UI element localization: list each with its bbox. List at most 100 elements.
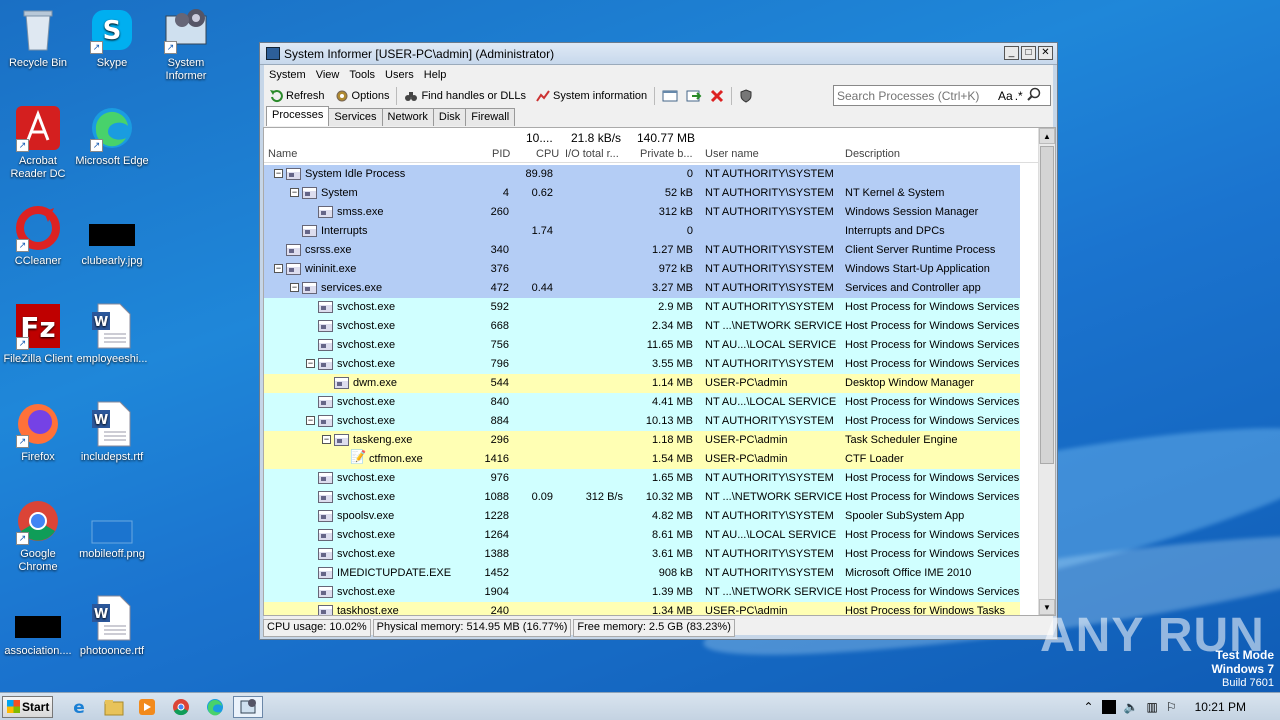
desktop-icon-edge[interactable]: ↗ Microsoft Edge xyxy=(74,104,150,168)
desktop-icon-employeeshi[interactable]: W employeeshi... xyxy=(74,302,150,366)
refresh-button[interactable]: Refresh xyxy=(264,86,330,106)
collapse-toggle[interactable]: − xyxy=(322,435,331,444)
tab-disk[interactable]: Disk xyxy=(432,108,467,126)
edge-icon[interactable] xyxy=(204,697,226,717)
desktop-icon-chrome[interactable]: ↗ Google Chrome xyxy=(0,497,76,574)
table-row[interactable]: svchost.exe 1264 8.61 MB NT AU...\LOCAL SER… xyxy=(264,526,1020,545)
table-row[interactable]: − System 4 0.62 52 kB NT AUTHORITY\SYSTEM NT K… xyxy=(264,184,1020,203)
desktop-icon-association[interactable]: association.... xyxy=(0,594,76,658)
shield-button[interactable] xyxy=(734,86,758,106)
options-button[interactable]: Options xyxy=(330,86,395,106)
terminate-button[interactable] xyxy=(705,86,729,106)
table-row[interactable]: svchost.exe 1904 1.39 MB NT ...\NETWORK SER… xyxy=(264,583,1020,602)
table-row[interactable]: smss.exe 260 312 kB NT AUTHORITY\SYSTEM Wind… xyxy=(264,203,1020,222)
search-input[interactable] xyxy=(834,88,994,103)
table-row[interactable]: svchost.exe 840 4.41 MB NT AU...\LOCAL SERV… xyxy=(264,393,1020,412)
table-row[interactable]: − wininit.exe 376 972 kB NT AUTHORITY\SYSTEM… xyxy=(264,260,1020,279)
clock[interactable]: 10:21 PM xyxy=(1195,700,1246,714)
table-row[interactable]: svchost.exe 976 1.65 MB NT AUTHORITY\SYSTEM… xyxy=(264,469,1020,488)
network-icon[interactable]: ▥ xyxy=(1147,700,1158,714)
chrome-icon[interactable] xyxy=(170,697,192,717)
table-row[interactable]: svchost.exe 668 2.34 MB NT ...\NETWORK SERV… xyxy=(264,317,1020,336)
column-io[interactable]: I/O total r... xyxy=(565,148,619,160)
maximize-button[interactable]: □ xyxy=(1021,46,1036,60)
table-row[interactable]: − taskeng.exe 296 1.18 MB USER-PC\admin Task … xyxy=(264,431,1020,450)
system-information-button[interactable]: System information xyxy=(531,86,652,106)
process-name: svchost.exe xyxy=(337,301,396,313)
desktop-icon-firefox[interactable]: ↗ Firefox xyxy=(0,400,76,464)
desktop-icon-skype[interactable]: S ↗ Skype xyxy=(74,6,150,70)
table-row[interactable]: − services.exe 472 0.44 3.27 MB NT AUTHORITY\… xyxy=(264,279,1020,298)
column-pid[interactable]: PID xyxy=(492,148,510,160)
go-to-button[interactable] xyxy=(681,86,705,106)
desktop-icon-filezilla[interactable]: Fz ↗ FileZilla Client xyxy=(0,302,76,366)
desktop-icon-acrobat[interactable]: ↗ Acrobat Reader DC xyxy=(0,104,76,181)
table-row[interactable]: IMEDICTUPDATE.EXE 1452 908 kB NT AUTHORITY\… xyxy=(264,564,1020,583)
show-hidden-icons[interactable]: ⌃ xyxy=(1084,700,1094,714)
search-box[interactable]: Aa .* xyxy=(833,85,1051,106)
desktop-icon-includepst[interactable]: W includepst.rtf xyxy=(74,400,150,464)
vertical-scrollbar[interactable]: ▲ ▼ xyxy=(1038,128,1055,615)
table-row[interactable]: svchost.exe 592 2.9 MB NT AUTHORITY\SYSTEM H… xyxy=(264,298,1020,317)
menu-help[interactable]: Help xyxy=(419,67,452,85)
table-row[interactable]: − System Idle Process 89.98 0 NT AUTHORITY\S… xyxy=(264,165,1020,184)
table-row[interactable]: Interrupts 1.74 0 Interrupts and DPCs xyxy=(264,222,1020,241)
svg-text:W: W xyxy=(94,413,108,428)
system-informer-taskbar-button[interactable] xyxy=(233,696,263,718)
column-cpu[interactable]: CPU xyxy=(536,148,559,160)
column-private-bytes[interactable]: Private b... xyxy=(640,148,693,160)
explorer-folder-icon[interactable] xyxy=(103,697,125,717)
find-handles-button[interactable]: Find handles or DLLs xyxy=(399,86,531,106)
menu-system[interactable]: System xyxy=(264,67,311,85)
table-row[interactable]: svchost.exe 1388 3.61 MB NT AUTHORITY\SYSTE… xyxy=(264,545,1020,564)
table-row[interactable]: csrss.exe 340 1.27 MB NT AUTHORITY\SYSTEM Cl… xyxy=(264,241,1020,260)
menu-tools[interactable]: Tools xyxy=(344,67,380,85)
table-row[interactable]: svchost.exe 756 11.65 MB NT AU...\LOCAL SER… xyxy=(264,336,1020,355)
volume-icon[interactable]: 🔈 xyxy=(1124,700,1139,714)
search-icon[interactable] xyxy=(1026,87,1041,104)
tray-app-icon[interactable] xyxy=(1101,700,1116,714)
column-description[interactable]: Description xyxy=(845,148,900,160)
match-case-toggle[interactable]: Aa xyxy=(998,89,1013,103)
internet-explorer-icon[interactable]: e xyxy=(68,697,90,718)
desktop-icon-clubearly[interactable]: clubearly.jpg xyxy=(74,204,150,268)
desktop-icon-recycle-bin[interactable]: Recycle Bin xyxy=(0,6,76,70)
tab-services[interactable]: Services xyxy=(328,108,383,126)
collapse-toggle[interactable]: − xyxy=(306,416,315,425)
table-row[interactable]: dwm.exe 544 1.14 MB USER-PC\admin Desktop Wi… xyxy=(264,374,1020,393)
desktop-icon-ccleaner[interactable]: ↗ CCleaner xyxy=(0,204,76,268)
collapse-toggle[interactable]: − xyxy=(274,169,283,178)
minimize-button[interactable]: _ xyxy=(1004,46,1019,60)
collapse-toggle[interactable]: − xyxy=(290,188,299,197)
scroll-thumb[interactable] xyxy=(1040,146,1054,464)
column-name[interactable]: Name xyxy=(268,148,297,160)
collapse-toggle[interactable]: − xyxy=(306,359,315,368)
table-row[interactable]: taskhost.exe 240 1.34 MB USER-PC\admin Host … xyxy=(264,602,1020,615)
title-bar[interactable]: System Informer [USER-PC\admin] (Adminis… xyxy=(260,43,1057,65)
table-row[interactable]: svchost.exe 1088 0.09 312 B/s 10.32 MB NT ...… xyxy=(264,488,1020,507)
media-player-icon[interactable] xyxy=(136,697,158,717)
close-button[interactable]: ✕ xyxy=(1038,46,1053,60)
column-user-name[interactable]: User name xyxy=(705,148,759,160)
table-row[interactable]: 📝 ctfmon.exe 1416 1.54 MB USER-PC\admin CTF L… xyxy=(264,450,1020,469)
table-row[interactable]: − svchost.exe 796 3.55 MB NT AUTHORITY\SYSTE… xyxy=(264,355,1020,374)
desktop-icon-mobileoff[interactable]: mobileoff.png xyxy=(74,497,150,561)
collapse-toggle[interactable]: − xyxy=(290,283,299,292)
scroll-up-arrow[interactable]: ▲ xyxy=(1039,128,1055,144)
menu-users[interactable]: Users xyxy=(380,67,419,85)
tab-processes[interactable]: Processes xyxy=(266,106,330,126)
regex-toggle[interactable]: .* xyxy=(1015,89,1023,103)
menu-view[interactable]: View xyxy=(311,67,345,85)
word-document-icon: W xyxy=(88,302,136,350)
table-row[interactable]: − svchost.exe 884 10.13 MB NT AUTHORITY\SYST… xyxy=(264,412,1020,431)
window-button[interactable] xyxy=(657,86,681,106)
desktop-icon-photoonce[interactable]: W photoonce.rtf xyxy=(74,594,150,658)
desktop-icon-system-informer[interactable]: ↗ System Informer xyxy=(148,6,224,83)
start-button[interactable]: Start xyxy=(2,696,53,718)
collapse-toggle[interactable]: − xyxy=(274,264,283,273)
tab-network[interactable]: Network xyxy=(381,108,434,126)
tab-firewall[interactable]: Firewall xyxy=(465,108,516,126)
process-list[interactable]: 10.... 21.8 kB/s 140.77 MB Name PID CPU … xyxy=(263,127,1056,616)
table-row[interactable]: spoolsv.exe 1228 4.82 MB NT AUTHORITY\SYSTE… xyxy=(264,507,1020,526)
action-center-flag-icon[interactable]: ⚐ xyxy=(1166,700,1177,714)
